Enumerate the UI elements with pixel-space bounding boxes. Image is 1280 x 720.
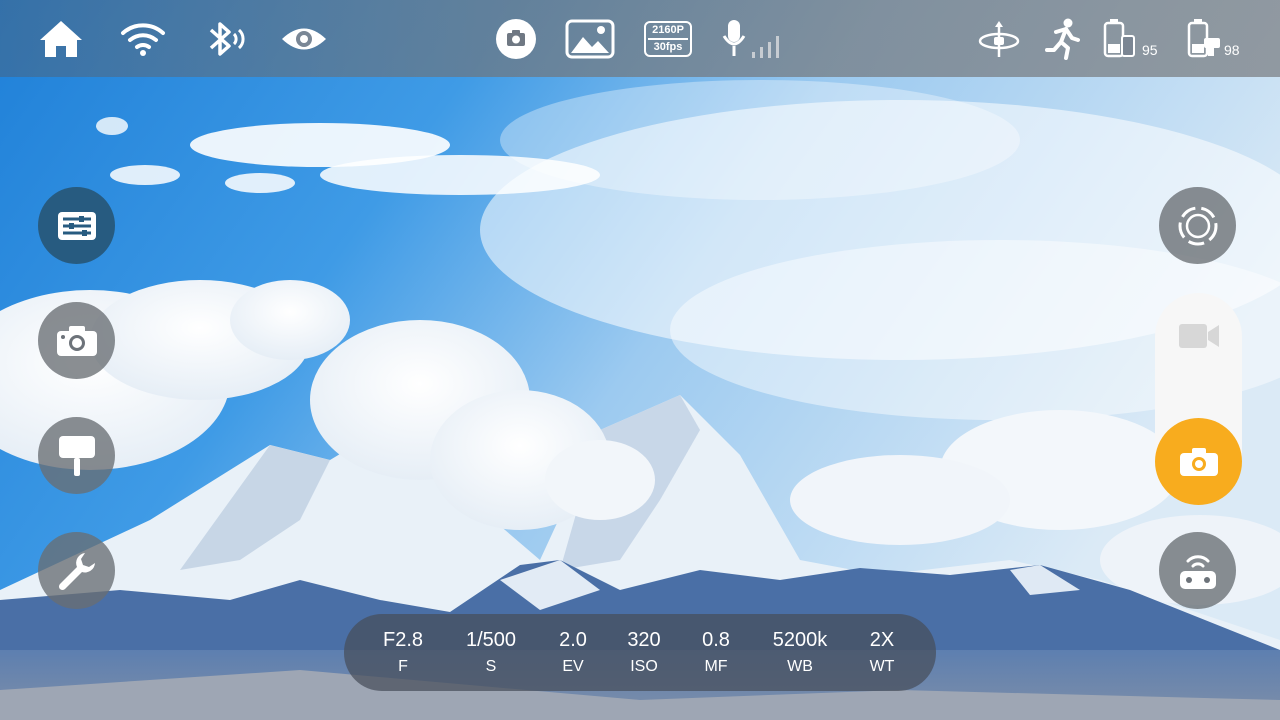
camera-icon — [56, 325, 97, 356]
home-icon[interactable] — [36, 14, 86, 64]
shutter-photo-button[interactable] — [1155, 418, 1242, 505]
bluetooth-icon[interactable] — [200, 14, 250, 64]
wrench-icon — [58, 552, 95, 590]
video-camera-icon — [1178, 324, 1219, 348]
param-value: 2X — [869, 629, 895, 651]
gimbal-battery-level: 98 — [1224, 42, 1240, 58]
video-mode-button[interactable] — [1155, 300, 1242, 372]
param-value: 320 — [627, 629, 661, 651]
eye-icon[interactable] — [278, 14, 330, 64]
param-value: F2.8 — [382, 629, 424, 651]
remote-control-button[interactable] — [1159, 532, 1236, 609]
gallery-icon[interactable] — [564, 14, 616, 64]
camera-parameters-bar: F2.8 F 1/500 S 2.0 EV 320 ISO 0.8 MF 520… — [344, 614, 936, 691]
param-value: 0.8 — [702, 629, 730, 651]
param-label: WB — [787, 658, 813, 675]
focus-ring-icon — [1178, 206, 1217, 245]
gimbal-battery-icon: 98 — [1186, 14, 1250, 64]
white-balance-param[interactable]: 5200k WB — [760, 628, 840, 678]
focus-ring-button[interactable] — [1159, 187, 1236, 264]
phone-battery-level: 95 — [1142, 42, 1158, 58]
wifi-icon[interactable] — [118, 14, 168, 64]
resolution-label: 2160P — [652, 24, 684, 36]
selfie-stick-button[interactable] — [38, 417, 115, 494]
param-label: MF — [704, 658, 728, 675]
remote-controller-icon — [1179, 554, 1216, 589]
gimbal-icon[interactable] — [976, 14, 1022, 64]
param-value: 1/500 — [465, 629, 517, 651]
settings-button[interactable] — [38, 187, 115, 264]
param-label: F — [398, 658, 408, 675]
shutter-speed-param[interactable]: 1/500 S — [451, 628, 531, 678]
motion-icon[interactable] — [1042, 14, 1082, 64]
param-label: ISO — [630, 658, 658, 675]
param-value: 5200k — [772, 629, 828, 651]
fps-label: 30fps — [653, 41, 683, 53]
selfie-stick-icon — [58, 435, 95, 476]
param-label: S — [485, 658, 497, 675]
manual-focus-param[interactable]: 0.8 MF — [676, 628, 756, 678]
exposure-param[interactable]: 2.0 EV — [533, 628, 613, 678]
mic-icon[interactable] — [720, 14, 786, 64]
iso-param[interactable]: 320 ISO — [604, 628, 684, 678]
camera-icon — [1179, 447, 1218, 476]
phone-battery-icon: 95 — [1102, 14, 1166, 64]
resolution-icon[interactable]: 2160P 30fps — [642, 14, 694, 64]
zoom-param[interactable]: 2X WT — [842, 628, 922, 678]
top-status-bar: 2160P 30fps 95 98 — [0, 0, 1280, 77]
aperture-param[interactable]: F2.8 F — [363, 628, 443, 678]
param-label: EV — [562, 658, 584, 675]
camera-mode-icon[interactable] — [494, 14, 538, 64]
param-value: 2.0 — [559, 629, 587, 651]
photo-mode-button[interactable] — [38, 302, 115, 379]
settings-sliders-icon — [57, 211, 96, 240]
tools-button[interactable] — [38, 532, 115, 609]
camera-preview-background — [0, 0, 1280, 720]
param-label: WT — [869, 658, 895, 675]
